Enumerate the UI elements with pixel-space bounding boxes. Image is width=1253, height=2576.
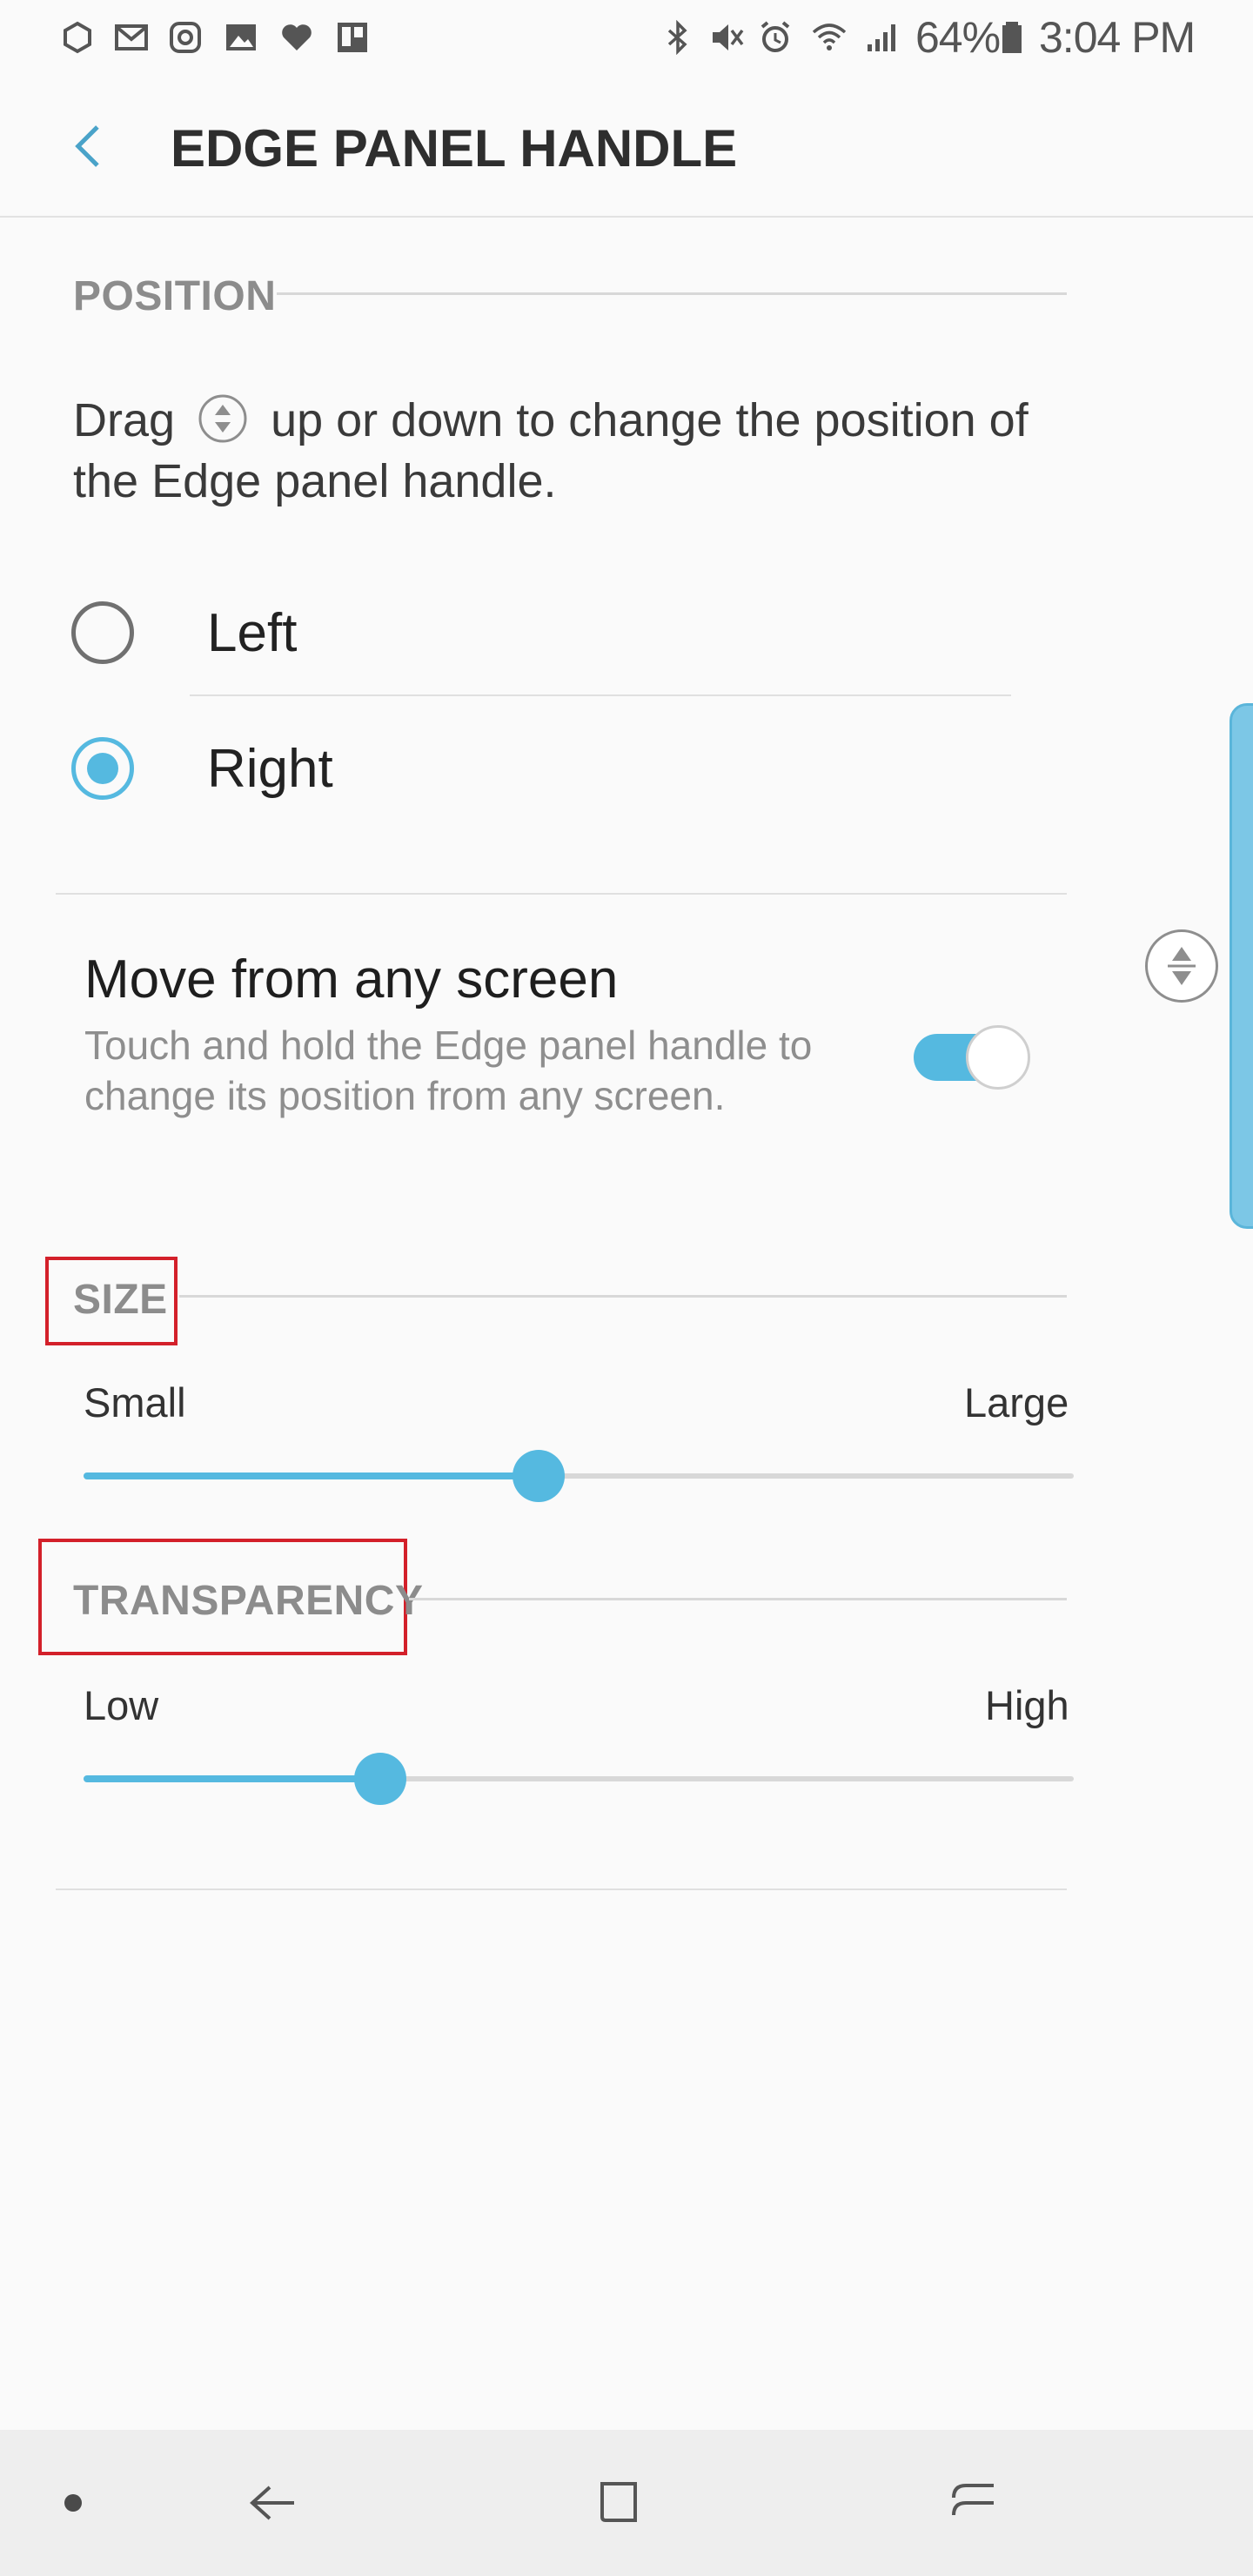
instagram-icon: [165, 17, 205, 57]
app-bar: EDGE PANEL HANDLE: [0, 73, 1253, 218]
back-button[interactable]: [52, 111, 122, 181]
move-any-screen-toggle[interactable]: [914, 1025, 1032, 1090]
mute-icon: [707, 17, 747, 57]
navigation-bar: [0, 2430, 1253, 2576]
size-slider-fill: [84, 1472, 539, 1479]
move-any-screen-title: Move from any screen: [84, 949, 619, 1010]
size-section-divider: [179, 1295, 1067, 1298]
battery-icon: [992, 17, 1032, 57]
gmail-icon: [111, 17, 151, 57]
nav-home-button[interactable]: [585, 2468, 654, 2538]
transparency-section-label: TRANSPARENCY: [73, 1578, 424, 1624]
toggle-knob: [966, 1025, 1030, 1090]
trello-icon: [332, 17, 372, 57]
section-divider: [56, 893, 1067, 895]
app-icon: [57, 17, 97, 57]
move-any-screen-description: Touch and hold the Edge panel handle to …: [84, 1023, 813, 1118]
position-description: Drag up or down to change the position o…: [73, 390, 1082, 512]
nav-hide-dot[interactable]: [64, 2494, 82, 2512]
size-section-label: SIZE: [73, 1277, 168, 1323]
edge-panel-handle[interactable]: [1230, 703, 1253, 1229]
status-bar: 64% 3:04 PM: [0, 0, 1253, 73]
drag-handle-icon: [198, 394, 247, 443]
radio-option-left[interactable]: Left: [52, 564, 1018, 694]
radio-button-left[interactable]: [71, 601, 134, 664]
status-time: 3:04 PM: [1039, 13, 1196, 62]
radio-divider: [190, 694, 1011, 696]
bluetooth-icon: [658, 17, 698, 57]
size-slider[interactable]: [84, 1450, 1074, 1502]
gallery-icon: [221, 17, 261, 57]
radio-label-right: Right: [207, 739, 333, 799]
size-max-label: Large: [964, 1379, 1069, 1426]
transparency-max-label: High: [985, 1682, 1069, 1728]
bottom-divider: [56, 1888, 1067, 1890]
transparency-min-label: Low: [84, 1682, 159, 1728]
heart-icon: [277, 17, 317, 57]
radio-button-right[interactable]: [71, 737, 134, 800]
edge-handle-drag-button[interactable]: [1145, 929, 1218, 1003]
battery-percent: 64%: [915, 13, 1001, 62]
back-arrow-icon: [75, 125, 99, 167]
alarm-icon: [755, 17, 795, 57]
transparency-slider-thumb[interactable]: [354, 1753, 407, 1805]
wifi-icon: [809, 17, 849, 57]
radio-option-right[interactable]: Right: [52, 700, 1018, 830]
size-min-label: Small: [84, 1379, 186, 1426]
transparency-section-divider: [409, 1598, 1067, 1600]
recents-icon: [952, 2484, 994, 2516]
transparency-slider-fill: [84, 1775, 381, 1782]
page-title: EDGE PANEL HANDLE: [171, 119, 738, 178]
position-section-divider: [277, 292, 1067, 295]
position-description-start: Drag: [73, 394, 176, 446]
position-section-label: POSITION: [73, 273, 277, 319]
size-slider-thumb[interactable]: [513, 1450, 566, 1502]
nav-back-button[interactable]: [237, 2468, 306, 2538]
nav-recents-button[interactable]: [938, 2468, 1008, 2538]
drag-arrows-icon: [1168, 947, 1196, 985]
back-icon: [250, 2485, 294, 2520]
radio-label-left: Left: [207, 603, 298, 663]
home-icon: [600, 2482, 637, 2522]
signal-icon: [861, 17, 901, 57]
transparency-slider[interactable]: [84, 1753, 1074, 1805]
